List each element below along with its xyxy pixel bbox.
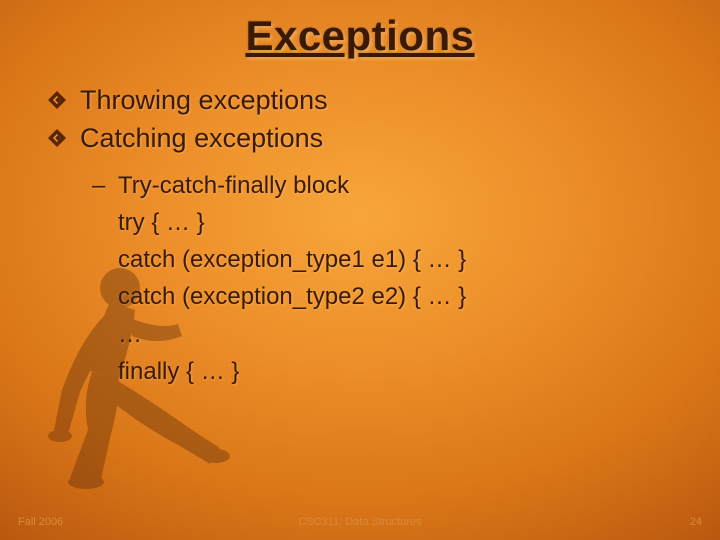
code-line: … xyxy=(92,316,690,353)
footer-center: CSC311: Data Structures xyxy=(0,516,720,528)
bullet-text: Catching exceptions xyxy=(80,120,323,156)
slide: Exceptions Throwing exceptions xyxy=(0,0,720,540)
footer-page-number: 24 xyxy=(690,516,702,528)
diamond-arrow-icon xyxy=(48,91,66,109)
code-line: finally { … } xyxy=(92,353,690,390)
code-text: finally { … } xyxy=(118,358,239,385)
slide-body: Throwing exceptions Catching exceptions … xyxy=(48,82,690,390)
code-line: catch (exception_type2 e2) { … } xyxy=(92,278,690,315)
sub-lead: –Try-catch-finally block xyxy=(92,167,690,204)
bullet-text: Throwing exceptions xyxy=(80,82,328,118)
code-line: catch (exception_type1 e1) { … } xyxy=(92,241,690,278)
sub-bullet-block: –Try-catch-finally block try { … } catch… xyxy=(92,167,690,390)
slide-title: Exceptions xyxy=(0,12,720,60)
code-line: try { … } xyxy=(92,204,690,241)
sub-lead-text: Try-catch-finally block xyxy=(118,172,349,199)
code-text: try { … } xyxy=(118,209,205,236)
code-text: … xyxy=(118,321,142,348)
code-text: catch (exception_type2 e2) { … } xyxy=(118,283,466,310)
code-text: catch (exception_type1 e1) { … } xyxy=(118,246,466,273)
bullet-item: Throwing exceptions xyxy=(48,82,690,118)
bullet-item: Catching exceptions xyxy=(48,120,690,156)
diamond-arrow-icon xyxy=(48,129,66,147)
